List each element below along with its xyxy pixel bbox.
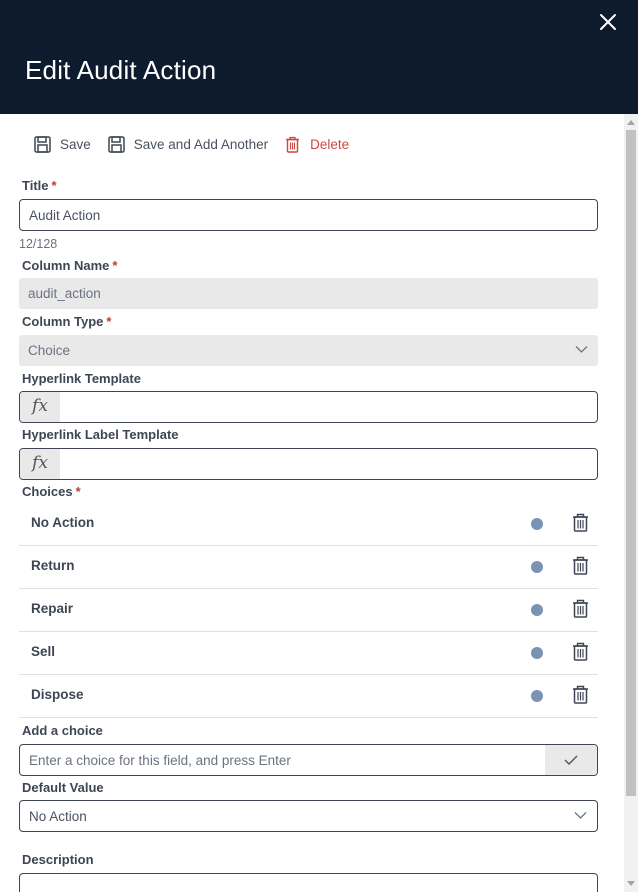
title-label: Title * <box>22 178 57 193</box>
choice-row[interactable]: Sell <box>19 632 598 675</box>
delete-button[interactable]: Delete <box>284 136 349 153</box>
trash-icon <box>286 136 300 153</box>
trash-icon[interactable] <box>572 599 589 618</box>
description-label: Description <box>22 852 94 867</box>
hyperlink-label-template-label: Hyperlink Label Template <box>22 427 179 442</box>
toolbar: Save Save and Add Another Delete <box>34 133 349 155</box>
dialog-title: Edit Audit Action <box>25 55 217 85</box>
floppy-disk-icon <box>108 135 125 153</box>
color-dot-icon[interactable] <box>531 647 543 659</box>
hyperlink-template-input[interactable]: fx <box>19 391 598 423</box>
scrollbar-thumb[interactable] <box>626 130 636 796</box>
column-type-select: Choice <box>19 335 598 366</box>
default-value-selected: No Action <box>29 809 87 824</box>
color-dot-icon[interactable] <box>531 690 543 702</box>
chevron-down-icon <box>575 346 588 353</box>
column-name-label: Column Name * <box>22 258 117 273</box>
delete-label: Delete <box>310 136 350 152</box>
scroll-down-arrow-icon[interactable] <box>627 881 635 886</box>
column-type-label: Column Type * <box>22 314 111 329</box>
choices-label: Choices * <box>22 484 81 499</box>
choice-row[interactable]: Return <box>19 546 598 589</box>
trash-icon[interactable] <box>572 556 589 575</box>
trash-icon[interactable] <box>572 513 589 532</box>
floppy-disk-icon <box>34 135 51 153</box>
title-label-text: Title <box>22 178 49 193</box>
choice-row[interactable]: No Action <box>19 503 598 546</box>
title-input[interactable]: Audit Action <box>19 199 598 231</box>
scroll-up-arrow-icon[interactable] <box>627 120 635 125</box>
hyperlink-label-template-input[interactable]: fx <box>19 448 598 480</box>
column-type-value: Choice <box>28 343 71 358</box>
save-and-add-another-button[interactable]: Save and Add Another <box>108 135 269 153</box>
choice-label: Sell <box>31 644 56 659</box>
trash-icon[interactable] <box>572 685 589 704</box>
formula-fx-icon: fx <box>20 449 60 479</box>
title-char-counter: 12/128 <box>19 237 58 251</box>
add-choice-placeholder: Enter a choice for this field, and press… <box>29 753 291 768</box>
required-mark: * <box>106 314 112 329</box>
checkmark-icon <box>564 755 578 765</box>
save-label: Save <box>60 136 91 152</box>
description-input[interactable] <box>19 873 598 892</box>
trash-icon[interactable] <box>572 642 589 661</box>
add-choice-input[interactable]: Enter a choice for this field, and press… <box>19 744 598 776</box>
title-input-value: Audit Action <box>29 208 101 223</box>
save-button[interactable]: Save <box>34 135 91 153</box>
column-name-value: audit_action <box>28 286 101 301</box>
add-choice-confirm-button[interactable] <box>545 745 597 775</box>
vertical-scrollbar[interactable] <box>624 114 638 892</box>
choice-label: Return <box>31 558 75 573</box>
dialog-body[interactable]: Save Save and Add Another Delete Title * … <box>0 114 624 892</box>
chevron-down-icon <box>574 812 587 819</box>
required-mark: * <box>75 484 81 499</box>
required-mark: * <box>112 258 118 273</box>
choice-row[interactable]: Dispose <box>19 675 598 718</box>
column-name-label-text: Column Name <box>22 258 110 273</box>
column-name-input: audit_action <box>19 278 598 309</box>
color-dot-icon[interactable] <box>531 561 543 573</box>
choice-label: No Action <box>31 515 95 530</box>
close-icon[interactable] <box>597 11 619 33</box>
choices-label-text: Choices <box>22 484 73 499</box>
save-and-add-another-label: Save and Add Another <box>133 136 269 152</box>
color-dot-icon[interactable] <box>531 518 543 530</box>
hyperlink-template-label: Hyperlink Template <box>22 371 141 386</box>
formula-fx-icon: fx <box>20 392 60 422</box>
choice-row[interactable]: Repair <box>19 589 598 632</box>
choice-label: Dispose <box>31 687 84 702</box>
required-mark: * <box>51 178 57 193</box>
column-type-label-text: Column Type <box>22 314 104 329</box>
color-dot-icon[interactable] <box>531 604 543 616</box>
choice-label: Repair <box>31 601 74 616</box>
dialog-header: Edit Audit Action <box>0 0 638 114</box>
add-choice-label: Add a choice <box>22 723 103 738</box>
default-value-select[interactable]: No Action <box>19 800 598 832</box>
default-value-label: Default Value <box>22 780 104 795</box>
